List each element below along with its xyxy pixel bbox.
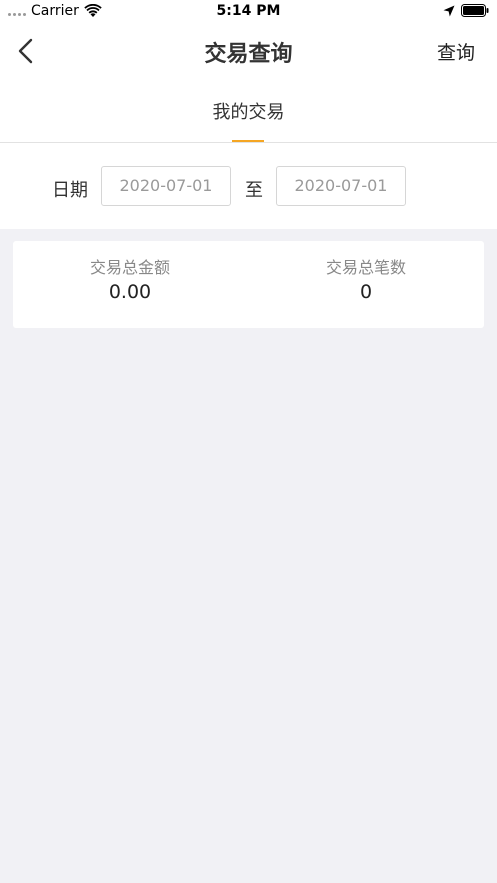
- tab-active-indicator: [232, 140, 264, 142]
- query-button[interactable]: 查询: [437, 38, 475, 65]
- summary-card: 交易总金额 0.00 交易总笔数 0: [13, 241, 484, 328]
- tab-bar: 我的交易: [0, 78, 497, 143]
- date-range-separator: 至: [245, 180, 263, 201]
- total-amount-value: 0.00: [108, 281, 152, 303]
- navigation-bar: 交易查询 查询: [0, 24, 497, 78]
- battery-icon: [461, 4, 489, 17]
- status-bar: Carrier 5:14 PM: [0, 0, 497, 24]
- total-amount-stat: 交易总金额 0.00: [30, 254, 230, 303]
- date-label: 日期: [52, 180, 88, 201]
- total-count-label: 交易总笔数: [325, 258, 406, 277]
- total-count-value: 0: [359, 281, 373, 303]
- end-date-field[interactable]: 2020-07-01: [276, 166, 406, 206]
- status-time: 5:14 PM: [216, 3, 281, 19]
- start-date-field[interactable]: 2020-07-01: [101, 166, 231, 206]
- date-filter-row: 日期 2020-07-01 至 2020-07-01: [0, 143, 497, 229]
- total-amount-label: 交易总金额: [89, 258, 170, 277]
- location-arrow-icon: [443, 5, 455, 16]
- tab-my-transactions[interactable]: 我的交易: [0, 98, 497, 124]
- page-title: 交易查询: [204, 42, 293, 67]
- total-count-stat: 交易总笔数 0: [266, 254, 466, 303]
- status-bar-right: [443, 4, 489, 17]
